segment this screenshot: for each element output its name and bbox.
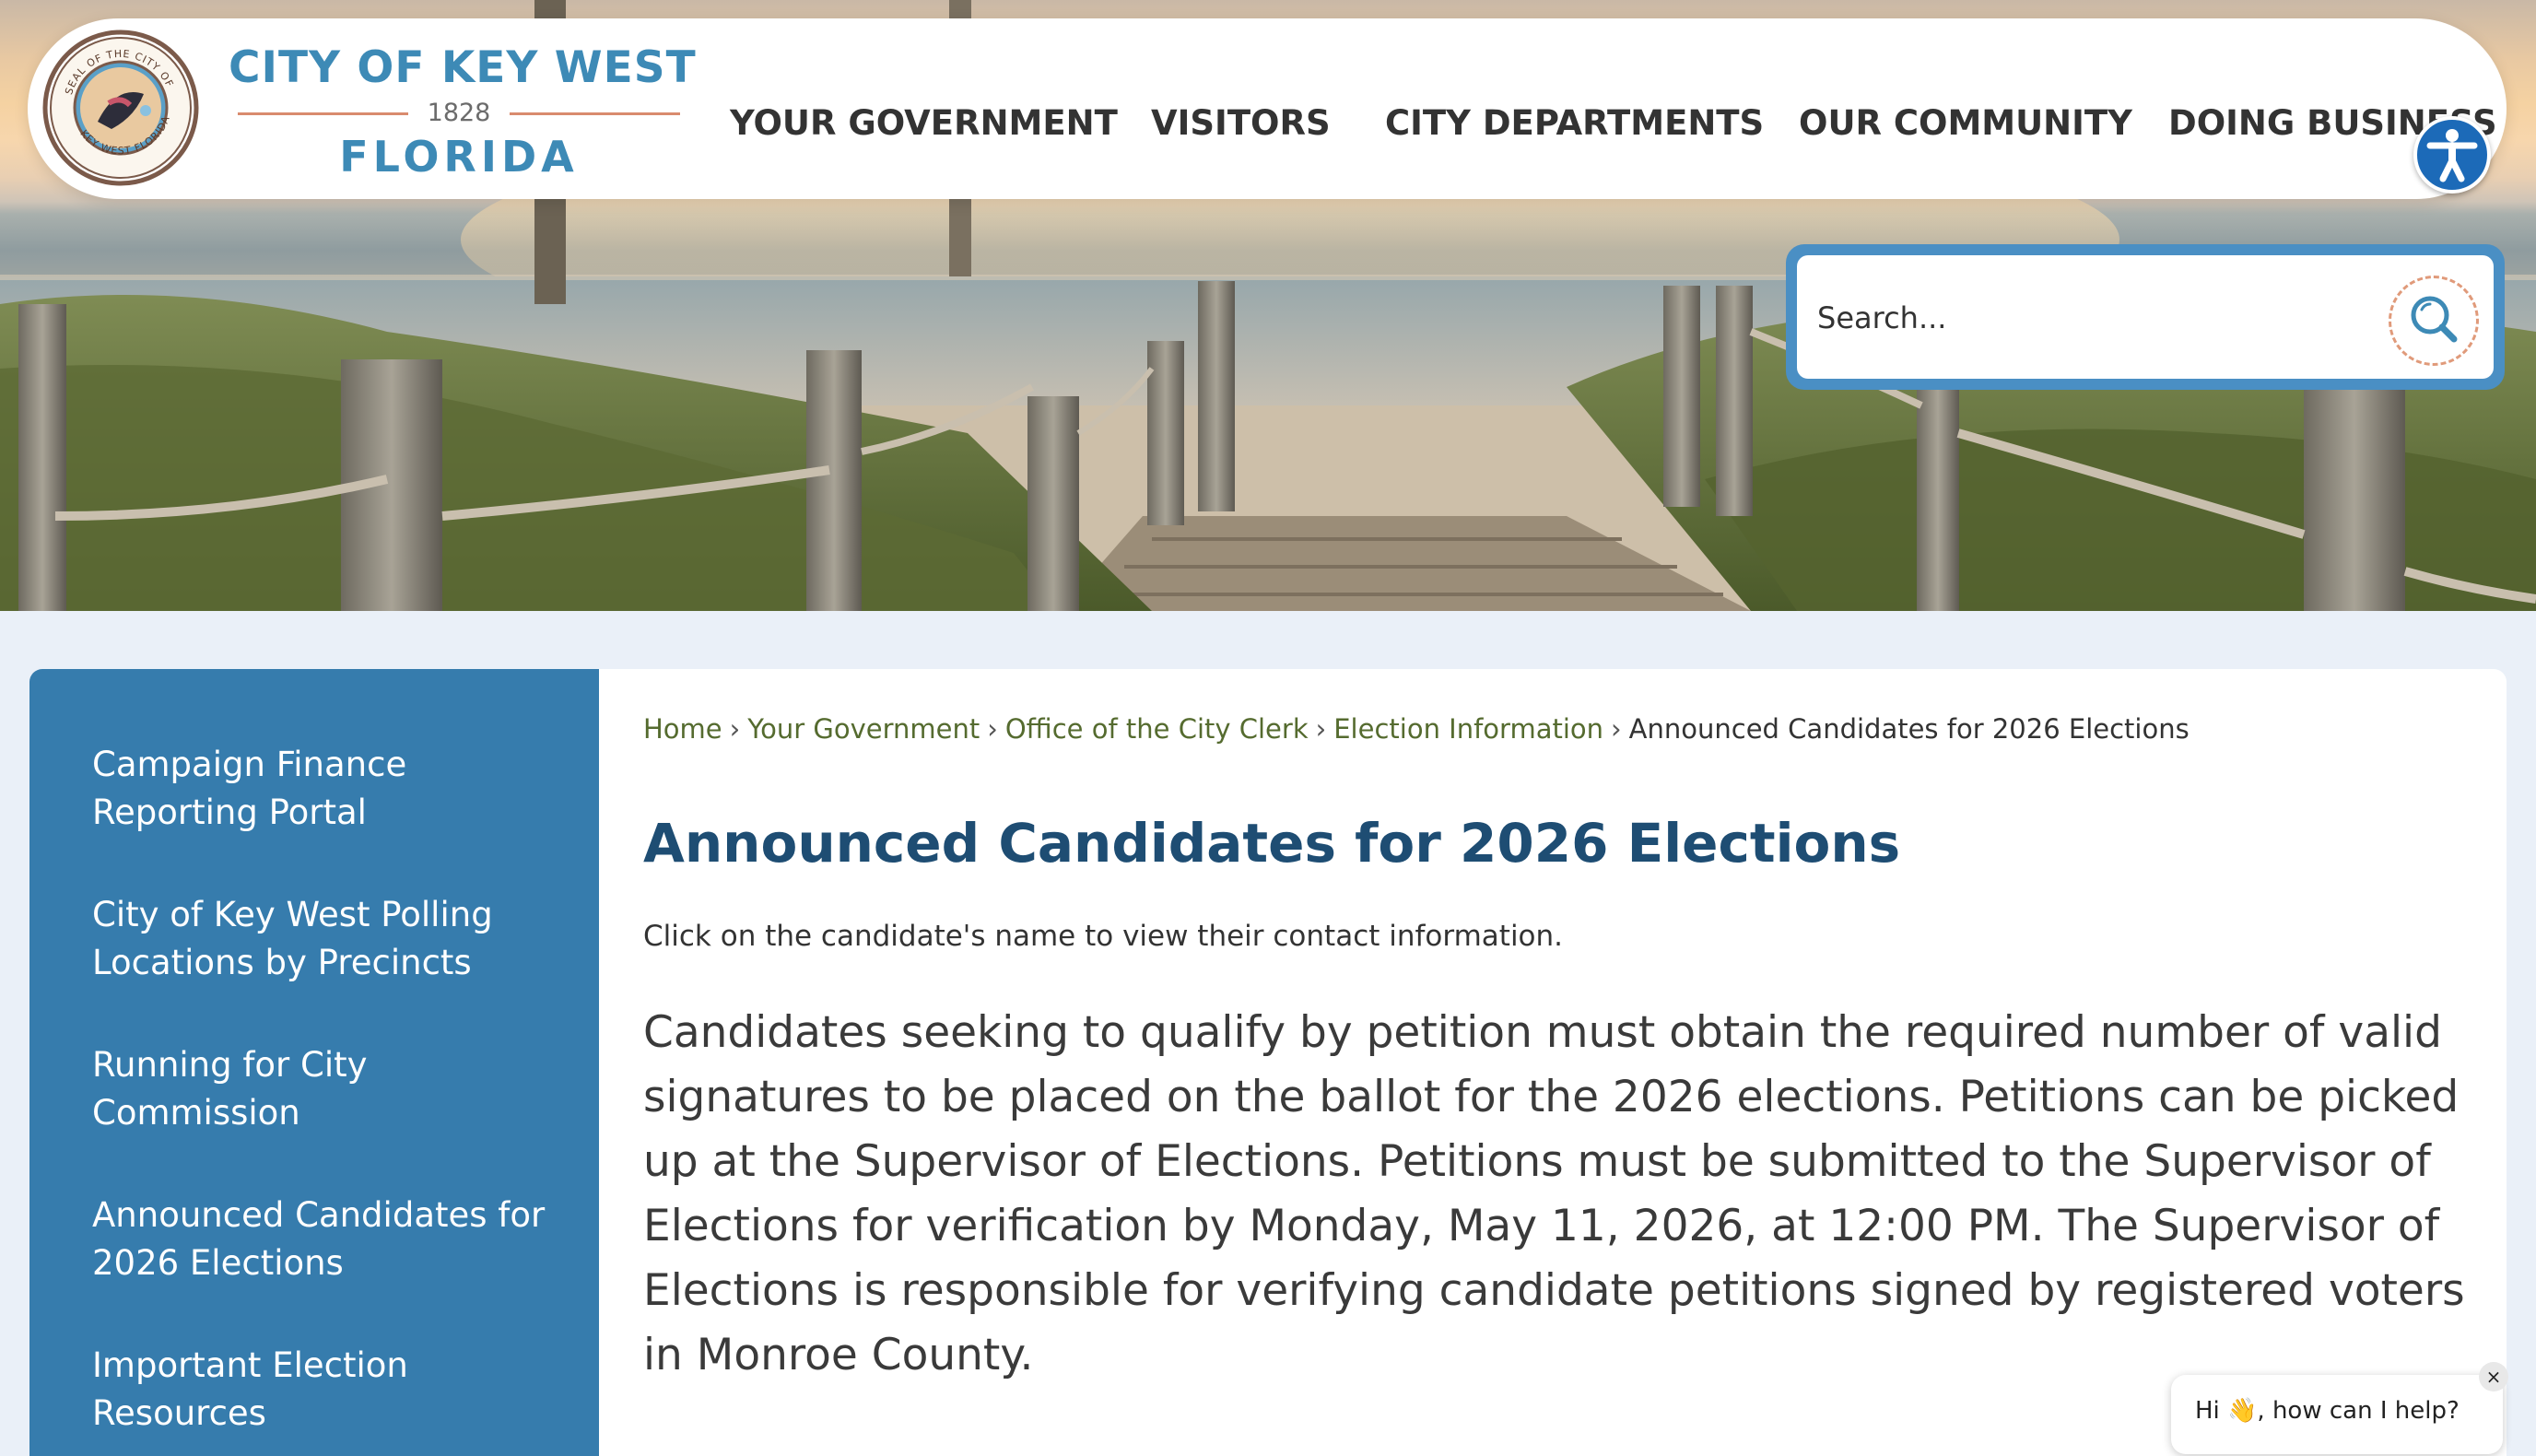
sidebar-item-polling-locations[interactable]: City of Key West Polling Locations by Pr… <box>92 891 571 987</box>
breadcrumb-separator: › <box>1315 713 1327 745</box>
search-input[interactable] <box>1815 277 2335 358</box>
chat-widget-bubble[interactable]: Hi 👋, how can I help? <box>2171 1375 2503 1454</box>
accessibility-icon <box>2426 129 2478 182</box>
site-logo-wordmark[interactable]: CITY OF KEY WEST 1828 FLORIDA <box>229 42 697 182</box>
accessibility-button[interactable] <box>2413 116 2491 194</box>
chat-greeting: Hi 👋, how can I help? <box>2195 1397 2460 1425</box>
site-header: SEAL OF THE CITY OF KEY WEST FLORIDA CIT… <box>28 18 2507 199</box>
main-content: Home › Your Government › Office of the City … <box>599 669 2507 1456</box>
breadcrumb-home[interactable]: Home <box>643 713 722 745</box>
petition-info-paragraph: Candidates seeking to qualify by petitio… <box>643 1007 2465 1380</box>
nav-city-departments[interactable]: CITY DEPARTMENTS <box>1385 103 1764 143</box>
search-icon <box>2411 296 2458 343</box>
logo-divider-right <box>510 112 680 115</box>
logo-year: 1828 <box>427 99 491 127</box>
logo-divider-left <box>238 112 408 115</box>
nav-your-government[interactable]: YOUR GOVERNMENT <box>730 103 1118 143</box>
sidebar-item-announced-candidates[interactable]: Announced Candidates for 2026 Elections <box>92 1192 571 1287</box>
chat-close-icon[interactable]: × <box>2479 1362 2508 1391</box>
sidebar-item-election-resources[interactable]: Important Election Resources <box>92 1342 571 1438</box>
sidebar-navigation: Campaign Finance Reporting Portal City o… <box>29 669 599 1456</box>
search-button[interactable] <box>2389 276 2479 366</box>
page-title: Announced Candidates for 2026 Elections <box>643 812 1901 875</box>
breadcrumb-city-clerk[interactable]: Office of the City Clerk <box>1005 713 1309 745</box>
logo-state-name: FLORIDA <box>339 132 579 182</box>
logo-city-name: CITY OF KEY WEST <box>229 42 697 93</box>
breadcrumb-separator: › <box>729 713 741 745</box>
breadcrumb-your-government[interactable]: Your Government <box>747 713 980 745</box>
search-field-wrapper <box>1797 255 2494 379</box>
breadcrumb-separator: › <box>987 713 998 745</box>
breadcrumb-separator: › <box>1611 713 1622 745</box>
breadcrumb-election-information[interactable]: Election Information <box>1333 713 1603 745</box>
breadcrumb-current: Announced Candidates for 2026 Elections <box>1628 713 2190 745</box>
logo-year-row: 1828 <box>229 97 689 130</box>
nav-visitors[interactable]: VISITORS <box>1151 103 1331 143</box>
city-seal-icon: SEAL OF THE CITY OF KEY WEST FLORIDA <box>42 29 199 186</box>
sidebar-item-campaign-finance[interactable]: Campaign Finance Reporting Portal <box>92 741 571 837</box>
intro-text: Click on the candidate's name to view th… <box>643 920 1564 953</box>
sidebar-item-running-for-commission[interactable]: Running for City Commission <box>92 1041 571 1137</box>
search-box <box>1786 244 2505 390</box>
nav-our-community[interactable]: OUR COMMUNITY <box>1799 103 2132 143</box>
breadcrumb: Home › Your Government › Office of the City … <box>643 713 2486 745</box>
city-seal-logo[interactable]: SEAL OF THE CITY OF KEY WEST FLORIDA <box>42 29 199 186</box>
